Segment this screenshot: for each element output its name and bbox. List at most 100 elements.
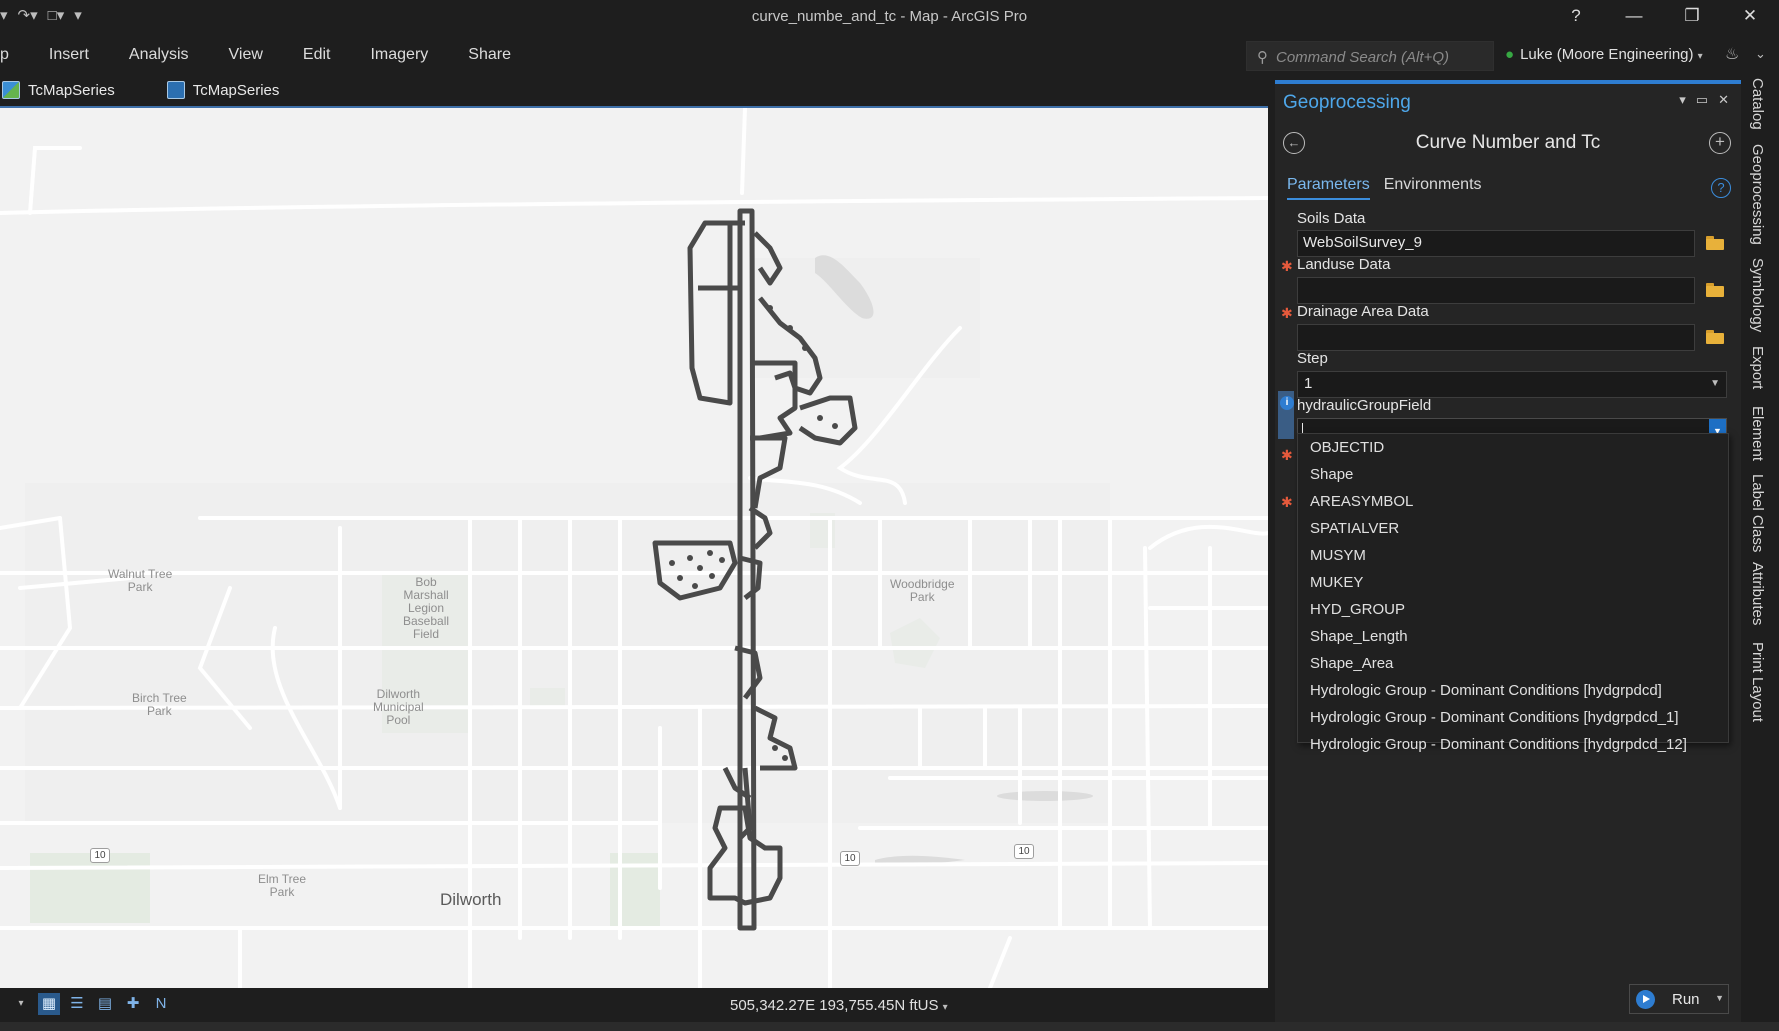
pane-options-icon[interactable]: ▾ <box>1679 92 1686 108</box>
drainage-area-label: Drainage Area Data <box>1297 303 1429 320</box>
info-icon[interactable]: i <box>1280 396 1294 410</box>
side-tab-print-layout[interactable]: Print Layout <box>1749 642 1766 722</box>
pane-tabs: Parameters Environments <box>1287 176 1482 200</box>
window-title: curve_numbe_and_tc - Map - ArcGIS Pro <box>751 8 1028 25</box>
soils-data-label: Soils Data <box>1297 210 1366 227</box>
ribbon-tab-map[interactable]: p <box>0 46 9 64</box>
ribbon-tab-analysis[interactable]: Analysis <box>129 46 189 64</box>
search-icon: ⚲ <box>1257 49 1268 66</box>
required-star-icon: ✱ <box>1281 447 1293 463</box>
dropdown-option[interactable]: SPATIALVER <box>1298 515 1728 542</box>
chevron-down-icon: ▼ <box>1710 378 1720 389</box>
side-tab-element[interactable]: Element <box>1749 406 1766 461</box>
user-name: Luke (Moore Engineering) <box>1520 46 1694 63</box>
map-label-woodbridge-park: Woodbridge Park <box>890 577 955 604</box>
help-icon[interactable]: ? <box>1711 178 1731 198</box>
dropdown-option[interactable]: Shape_Area <box>1298 650 1728 677</box>
side-tab-geoprocessing[interactable]: Geoprocessing <box>1749 144 1766 245</box>
play-icon <box>1636 990 1655 1009</box>
field-dropdown-list: OBJECTID Shape AREASYMBOL SPATIALVER MUS… <box>1297 433 1729 753</box>
ribbon-tab-view[interactable]: View <box>229 46 263 64</box>
close-window-button[interactable]: ✕ <box>1721 0 1779 32</box>
landuse-data-input[interactable] <box>1297 277 1695 304</box>
collapse-ribbon-icon[interactable]: ⌄ <box>1755 46 1766 62</box>
side-dock-tabs: Catalog Geoprocessing Symbology Export E… <box>1741 74 1779 1022</box>
dropdown-option[interactable]: AREASYMBOL <box>1298 488 1728 515</box>
window-controls: ? — ❐ ✕ <box>1547 0 1779 32</box>
status-bar: ▾ ▦ ☰ ▤ ✚ N 505,342.27E 193,755.45N ftUS… <box>0 988 1268 1022</box>
dropdown-option[interactable]: Hydrologic Group - Dominant Conditions [… <box>1298 704 1728 731</box>
notification-bell-icon[interactable]: ♨ <box>1725 44 1739 64</box>
browse-folder-icon[interactable] <box>1705 328 1727 344</box>
ribbon-tab-share[interactable]: Share <box>468 46 511 64</box>
title-bar: ▾ ↷▾ □▾ ▾ curve_numbe_and_tc - Map - Arc… <box>0 0 1779 34</box>
close-pane-icon[interactable]: ✕ <box>1718 92 1729 108</box>
chevron-down-icon: ▾ <box>942 1002 948 1013</box>
dropdown-option[interactable]: MUSYM <box>1298 542 1728 569</box>
snapping-icon[interactable]: ✚ <box>122 993 144 1015</box>
hydraulic-group-field-label: hydraulicGroupField <box>1297 397 1432 414</box>
grid-snap-icon[interactable]: ▦ <box>38 993 60 1015</box>
required-star-icon: ✱ <box>1281 305 1293 321</box>
side-tab-symbology[interactable]: Symbology <box>1749 258 1766 332</box>
map-label-bob-marshall-field: Bob Marshall Legion Baseball Field <box>403 575 450 641</box>
north-arrow-icon[interactable]: N <box>150 993 172 1015</box>
command-search-placeholder: Command Search (Alt+Q) <box>1276 49 1449 66</box>
table-icon[interactable]: ▤ <box>94 993 116 1015</box>
run-label: Run <box>1672 991 1700 1008</box>
layers-icon[interactable]: ☰ <box>66 993 88 1015</box>
pin-icon[interactable]: ▭ <box>1696 92 1708 108</box>
landuse-data-label: Landuse Data <box>1297 256 1391 273</box>
scale-dropdown-icon[interactable]: ▾ <box>10 993 32 1015</box>
step-select[interactable]: 1 ▼ <box>1297 371 1727 398</box>
view-tabs: TcMapSeries TcMapSeries <box>0 76 1268 104</box>
restore-button[interactable]: ❐ <box>1663 0 1721 32</box>
dropdown-option[interactable]: Shape_Length <box>1298 623 1728 650</box>
view-tab-map-series[interactable]: TcMapSeries <box>0 76 129 104</box>
ribbon-tab-edit[interactable]: Edit <box>303 46 331 64</box>
side-tab-export[interactable]: Export <box>1749 346 1766 389</box>
side-tab-catalog[interactable]: Catalog <box>1749 78 1766 130</box>
geoprocessing-pane: Geoprocessing ▾ ▭ ✕ ← Curve Number and T… <box>1275 80 1741 1022</box>
dropdown-option[interactable]: HYD_GROUP <box>1298 596 1728 623</box>
map-nav-tools: ▾ ▦ ☰ ▤ ✚ N <box>10 993 172 1015</box>
pane-title: Geoprocessing <box>1283 92 1411 113</box>
tab-environments[interactable]: Environments <box>1384 176 1482 200</box>
ribbon-tab-imagery[interactable]: Imagery <box>370 46 428 64</box>
map-view[interactable]: Walnut Tree Park Bob Marshall Legion Basebal… <box>0 106 1268 988</box>
dropdown-option[interactable]: OBJECTID <box>1298 434 1728 461</box>
dropdown-option[interactable]: Hydrologic Group - Dominant Conditions [… <box>1298 731 1728 758</box>
coordinate-readout[interactable]: 505,342.27E 193,755.45N ftUS ▾ <box>730 997 948 1014</box>
help-button[interactable]: ? <box>1547 0 1605 32</box>
minimize-button[interactable]: — <box>1605 0 1663 32</box>
tab-parameters[interactable]: Parameters <box>1287 176 1370 200</box>
side-tab-label-class[interactable]: Label Class <box>1749 474 1766 552</box>
user-account-menu[interactable]: ● Luke (Moore Engineering) ▾ <box>1505 46 1703 63</box>
dropdown-option[interactable]: Hydrologic Group - Dominant Conditions [… <box>1298 677 1728 704</box>
bottom-border <box>0 1022 1779 1031</box>
tool-title: Curve Number and Tc <box>1415 132 1601 153</box>
basemap <box>0 108 1268 988</box>
map-label-walnut-tree-park: Walnut Tree Park <box>108 567 173 594</box>
browse-folder-icon[interactable] <box>1705 281 1727 297</box>
required-star-icon: ✱ <box>1281 494 1293 510</box>
dropdown-option[interactable]: Shape <box>1298 461 1728 488</box>
highway-shield: 10 <box>840 851 860 866</box>
command-search-input[interactable]: ⚲ Command Search (Alt+Q) <box>1246 41 1494 71</box>
side-tab-attributes[interactable]: Attributes <box>1749 562 1766 625</box>
view-tab-label: TcMapSeries <box>192 81 280 99</box>
browse-folder-icon[interactable] <box>1705 234 1727 250</box>
map-label-dilworth-pool: Dilworth Municipal Pool <box>373 687 424 727</box>
add-icon[interactable]: + <box>1709 132 1731 154</box>
drainage-area-input[interactable] <box>1297 324 1695 351</box>
ribbon-tab-insert[interactable]: Insert <box>49 46 89 64</box>
map-label-city: Dilworth <box>440 890 502 909</box>
view-tab-layout-series[interactable]: TcMapSeries <box>165 76 294 104</box>
run-options-dropdown-icon[interactable]: ▼ <box>1715 993 1724 1003</box>
highway-shield: 10 <box>90 848 110 863</box>
run-button[interactable]: Run ▼ <box>1629 984 1729 1014</box>
soils-data-input[interactable]: WebSoilSurvey_9 <box>1297 230 1695 257</box>
pane-controls: ▾ ▭ ✕ <box>1679 92 1729 108</box>
dropdown-option[interactable]: MUKEY <box>1298 569 1728 596</box>
required-star-icon: ✱ <box>1281 258 1293 274</box>
